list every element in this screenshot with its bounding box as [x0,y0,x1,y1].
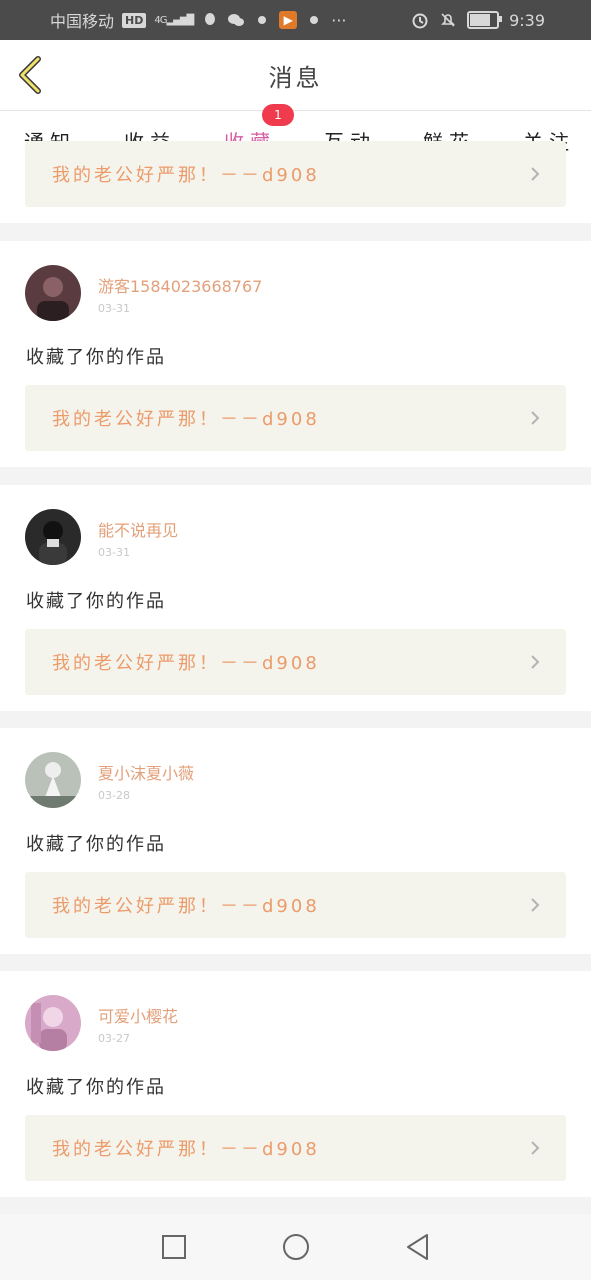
action-text: 收藏了你的作品 [26,834,166,855]
avatar[interactable] [25,752,81,808]
work-link[interactable]: 我的老公好严那！－－d908 [25,385,566,451]
post-date: 03-31 [98,302,130,315]
battery-icon [467,11,503,29]
user-name[interactable]: 夏小沫夏小薇 [98,760,194,784]
chevron-right-icon [531,167,540,181]
user-name[interactable]: 可爱小樱花 [98,1003,178,1027]
list-item: 游客1584023668767 03-31 收藏了你的作品 我的老公好严那！－－… [0,241,591,467]
hd-badge: HD [122,12,147,28]
app-dot-icon-2 [305,11,323,29]
work-title: 我的老公好严那！－－d908 [52,896,320,917]
more-icon: ··· [331,10,347,30]
carrier-text: 中国移动 [50,12,115,31]
post-date: 03-27 [98,1032,130,1045]
post-date: 03-31 [98,546,130,559]
home-button[interactable] [282,1233,310,1261]
system-nav-bar [0,1214,591,1280]
status-left: 中国移动 HD 4G▂▄▆█ ▶ ··· [0,8,347,32]
video-app-icon: ▶ [279,11,298,29]
wechat-icon [227,11,245,29]
action-text: 收藏了你的作品 [26,347,166,368]
mute-bell-icon [439,11,457,29]
work-link[interactable]: 我的老公好严那！－－d908 [25,872,566,938]
work-title: 我的老公好严那！－－d908 [52,409,320,430]
back-button[interactable] [12,54,52,96]
recent-apps-button[interactable] [160,1233,188,1261]
circle-icon [282,1234,309,1260]
triangle-back-icon [406,1234,428,1260]
user-name[interactable]: 游客1584023668767 [98,273,262,297]
work-title: 我的老公好严那！－－d908 [52,1139,320,1160]
qq-icon [201,11,219,29]
system-back-button[interactable] [404,1233,432,1261]
work-title: 我的老公好严那！－－d908 [52,653,320,674]
battery-fill [470,14,490,26]
work-title: 我的老公好严那！－－d908 [52,165,320,186]
unread-badge: 1 [262,104,294,126]
network-signal-icon: 4G▂▄▆█ [154,14,194,26]
network-type: 4G [154,14,167,26]
status-bar: 中国移动 HD 4G▂▄▆█ ▶ ··· 9:39 [0,0,591,40]
list-item: 我的老公好严那！－－d908 [0,141,591,223]
chevron-right-icon [531,1141,540,1155]
user-name[interactable]: 能不说再见 [98,517,178,541]
app-dot-icon [253,11,271,29]
back-arrow-icon [19,56,41,94]
work-link[interactable]: 我的老公好严那！－－d908 [25,629,566,695]
avatar[interactable] [25,509,81,565]
list-item: 可爱小樱花 03-27 收藏了你的作品 我的老公好严那！－－d908 [0,971,591,1197]
work-link[interactable]: 我的老公好严那！－－d908 [25,1115,566,1181]
list-item: 夏小沫夏小薇 03-28 收藏了你的作品 我的老公好严那！－－d908 [0,728,591,954]
chevron-right-icon [531,898,540,912]
action-text: 收藏了你的作品 [26,591,166,612]
work-link[interactable]: 我的老公好严那！－－d908 [25,141,566,207]
action-text: 收藏了你的作品 [26,1077,166,1098]
avatar[interactable] [25,995,81,1051]
post-date: 03-28 [98,789,130,802]
square-icon [161,1235,186,1259]
avatar[interactable] [25,265,81,321]
status-right: 9:39 [411,11,591,30]
alarm-icon [411,11,429,29]
chevron-right-icon [531,655,540,669]
list-item: 能不说再见 03-31 收藏了你的作品 我的老公好严那！－－d908 [0,485,591,711]
chevron-right-icon [531,411,540,425]
app-header: 消息 [0,40,591,111]
page-title: 消息 [268,63,323,92]
clock-time: 9:39 [509,10,545,30]
